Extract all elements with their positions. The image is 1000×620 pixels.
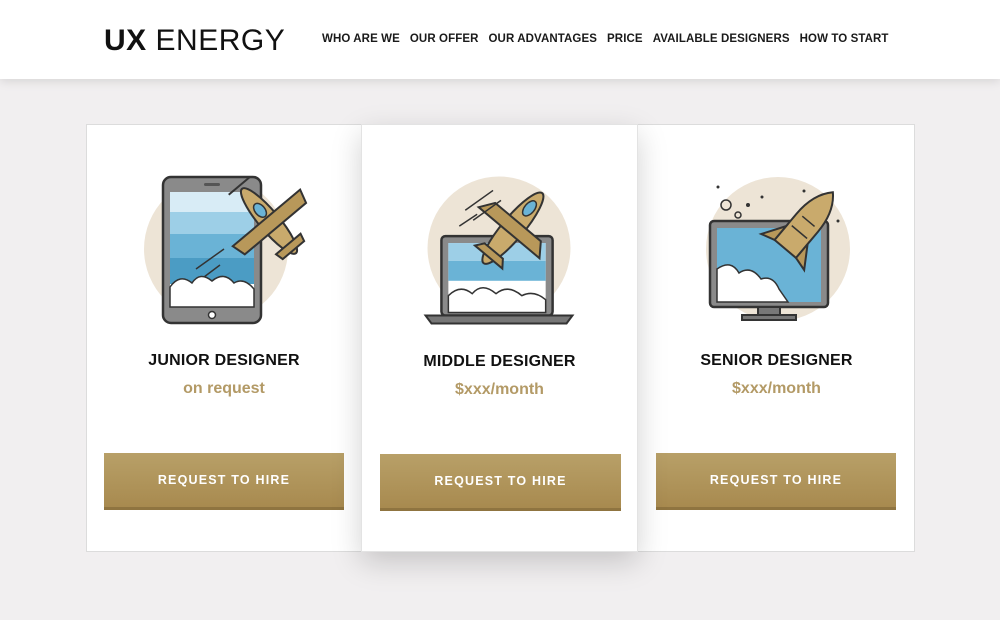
request-to-hire-button[interactable]: REQUEST TO HIRE [104,453,344,510]
logo-light: ENERGY [155,24,286,57]
card-title: MIDDLE DESIGNER [423,353,576,370]
pricing-card-middle: MIDDLE DESIGNER $xxx/month REQUEST TO HI… [361,124,638,552]
site-header: UX ENERGY WHO ARE WE OUR OFFER OUR ADVAN… [0,0,1000,79]
tablet-plane-icon [144,175,308,325]
nav-how-to-start[interactable]: HOW TO START [800,33,889,45]
card-title: SENIOR DESIGNER [700,352,853,369]
nav-available-designers[interactable]: AVAILABLE DESIGNERS [653,33,790,45]
main-nav: WHO ARE WE OUR OFFER OUR ADVANTAGES PRIC… [322,33,899,45]
card-price: $xxx/month [455,381,544,398]
logo-bold: UX [104,24,147,57]
request-to-hire-button[interactable]: REQUEST TO HIRE [380,454,621,511]
card-price: on request [183,380,265,397]
pricing-card-junior: JUNIOR DESIGNER on request REQUEST TO HI… [86,124,362,552]
pricing-card-senior: SENIOR DESIGNER $xxx/month REQUEST TO HI… [638,124,915,552]
request-to-hire-button[interactable]: REQUEST TO HIRE [656,453,896,510]
nav-our-offer[interactable]: OUR OFFER [410,33,479,45]
nav-who-are-we[interactable]: WHO ARE WE [322,33,400,45]
card-price: $xxx/month [732,380,821,397]
card-title: JUNIOR DESIGNER [148,352,300,369]
monitor-shuttle-icon [706,177,850,321]
nav-our-advantages[interactable]: OUR ADVANTAGES [489,33,598,45]
logo[interactable]: UX ENERGY [104,24,285,58]
laptop-jet-icon [423,176,575,325]
nav-price[interactable]: PRICE [607,33,643,45]
